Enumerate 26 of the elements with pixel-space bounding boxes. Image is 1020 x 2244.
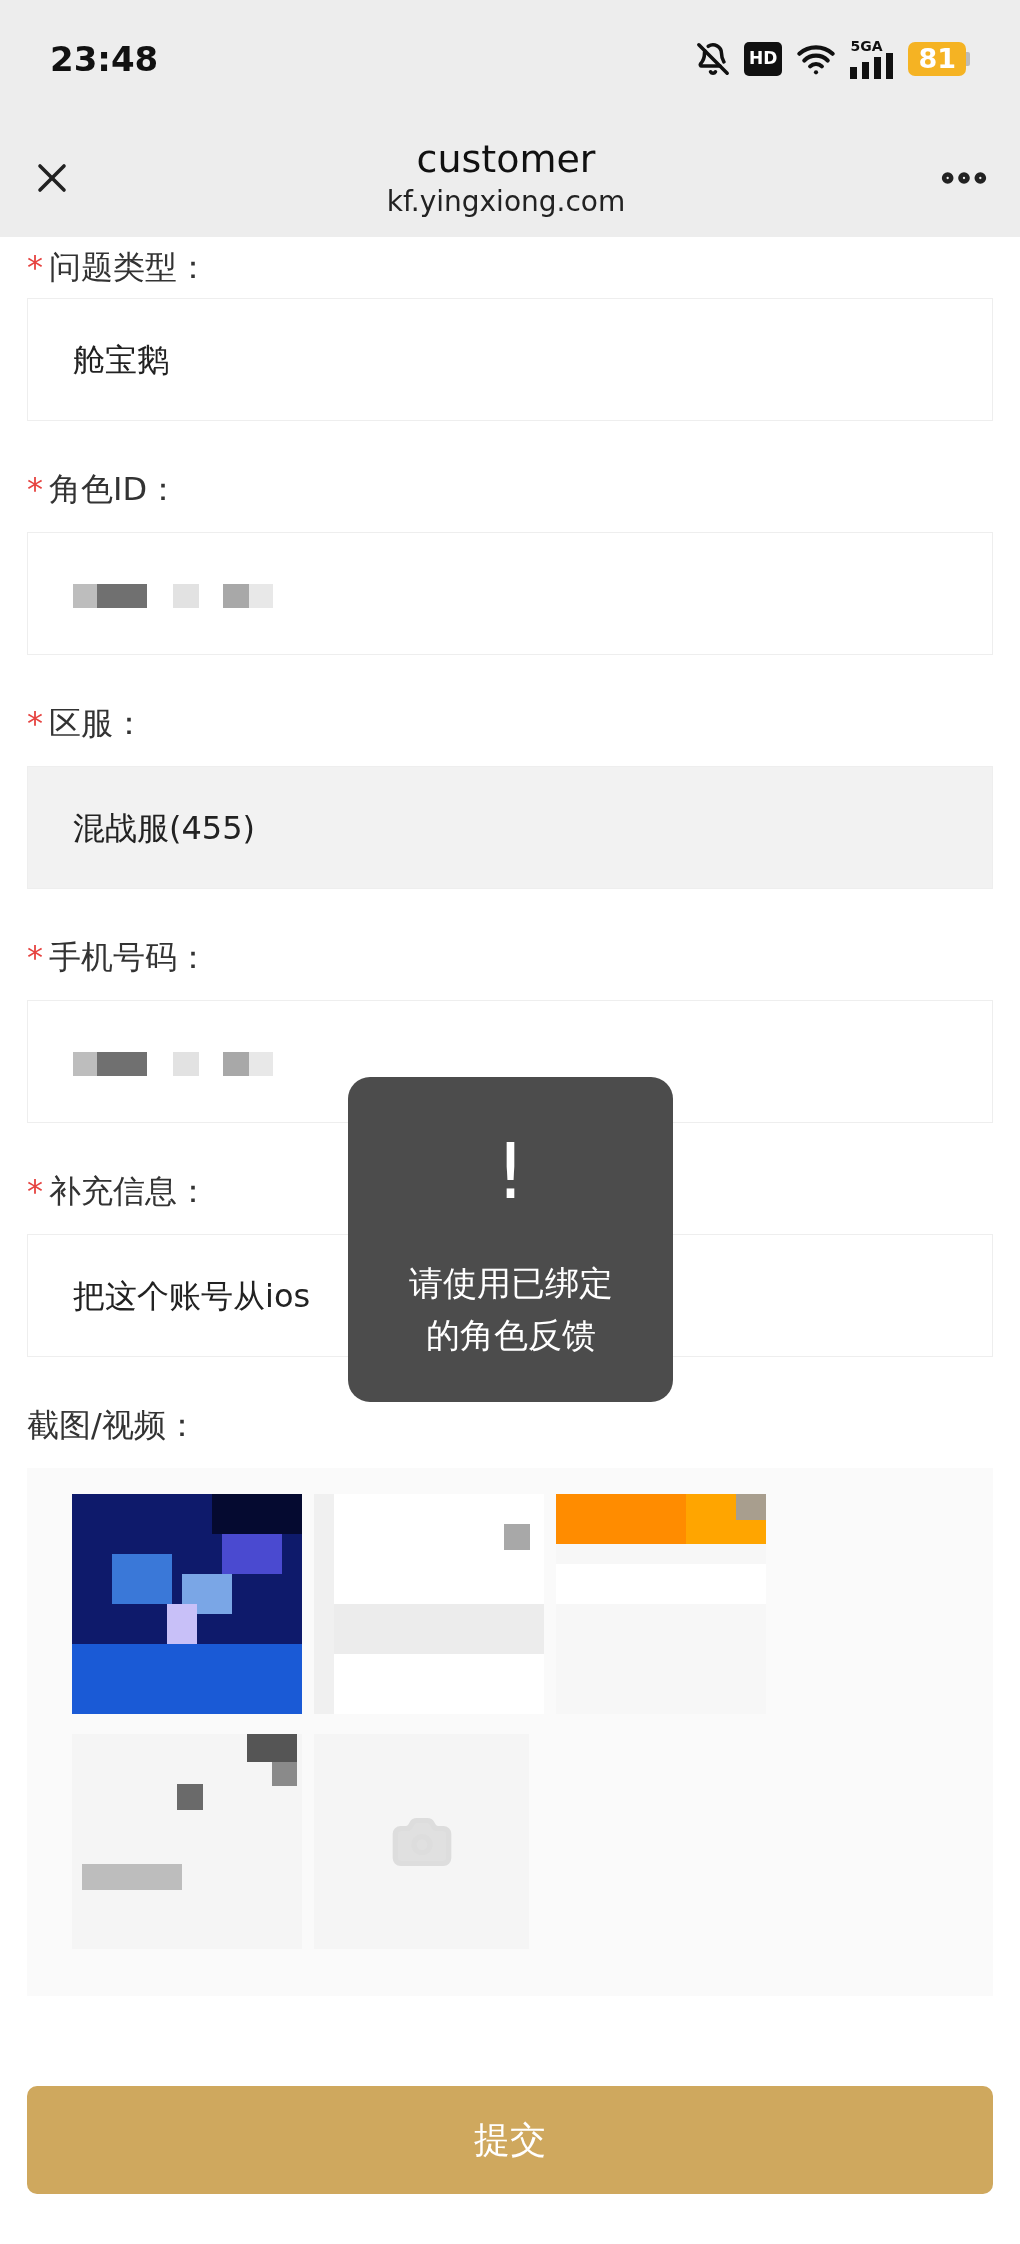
field-label: 手机号码： <box>49 937 209 978</box>
field-value: 混战服(455) <box>73 807 256 849</box>
required-asterisk: * <box>27 703 43 744</box>
page-title: customer <box>416 135 596 183</box>
field-value: 把这个账号从ios <box>73 1275 311 1317</box>
required-asterisk: * <box>27 937 43 978</box>
toast-symbol: ! <box>495 1127 526 1217</box>
field-label: 截图/视频： <box>27 1405 198 1446</box>
required-asterisk: * <box>27 1171 43 1212</box>
field-label: 问题类型： <box>49 247 209 288</box>
required-asterisk: * <box>27 247 43 288</box>
required-asterisk: * <box>27 469 43 510</box>
toast-message: 请使用已绑定的角色反馈 <box>407 1262 614 1357</box>
bell-off-icon <box>696 42 731 76</box>
field-label: 补充信息： <box>49 1171 209 1212</box>
network-label: 5GA <box>850 39 883 53</box>
signal-icon <box>850 53 895 79</box>
hd-badge: HD <box>744 42 783 76</box>
field-label: 区服： <box>49 703 145 744</box>
field-value: 舱宝鹅 <box>73 339 169 381</box>
battery-indicator: 81 <box>908 42 970 76</box>
status-time: 23:48 <box>50 37 159 81</box>
input-field[interactable] <box>27 532 993 655</box>
page-url: kf.yingxiong.com <box>386 183 626 220</box>
input-field[interactable]: 舱宝鹅 <box>27 298 993 421</box>
field-label: 角色ID： <box>49 469 180 510</box>
